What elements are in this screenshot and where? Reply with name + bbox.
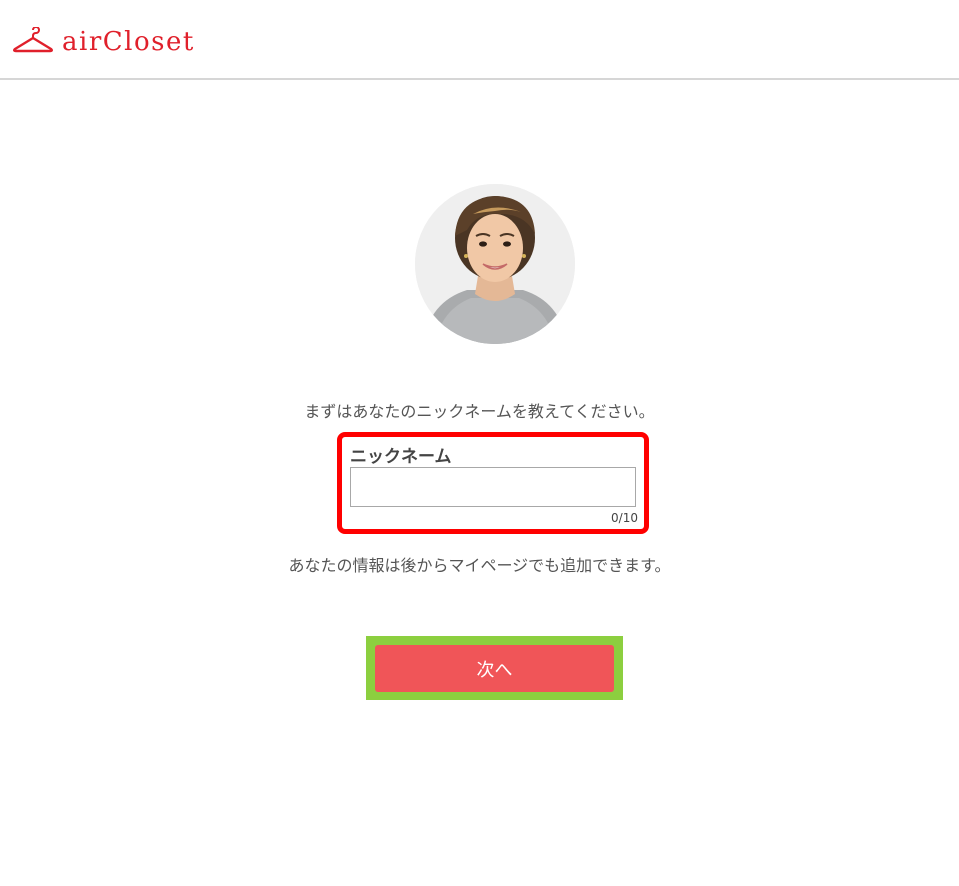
site-header: airCloset bbox=[0, 0, 959, 80]
nickname-input[interactable] bbox=[350, 467, 636, 507]
hanger-icon bbox=[12, 27, 54, 55]
nickname-char-counter: 0/10 bbox=[611, 511, 638, 525]
avatar bbox=[415, 184, 575, 344]
intro-text: まずはあなたのニックネームを教えてください。 bbox=[304, 402, 655, 421]
aircloset-logo[interactable]: airCloset bbox=[12, 24, 195, 58]
nickname-field-group: ニックネーム 0/10 bbox=[337, 432, 649, 534]
info-note: あなたの情報は後からマイページでも追加できます。 bbox=[288, 556, 671, 575]
nickname-label: ニックネーム bbox=[350, 447, 452, 467]
next-button[interactable]: 次へ bbox=[375, 645, 614, 692]
logo-text: airCloset bbox=[62, 27, 195, 57]
